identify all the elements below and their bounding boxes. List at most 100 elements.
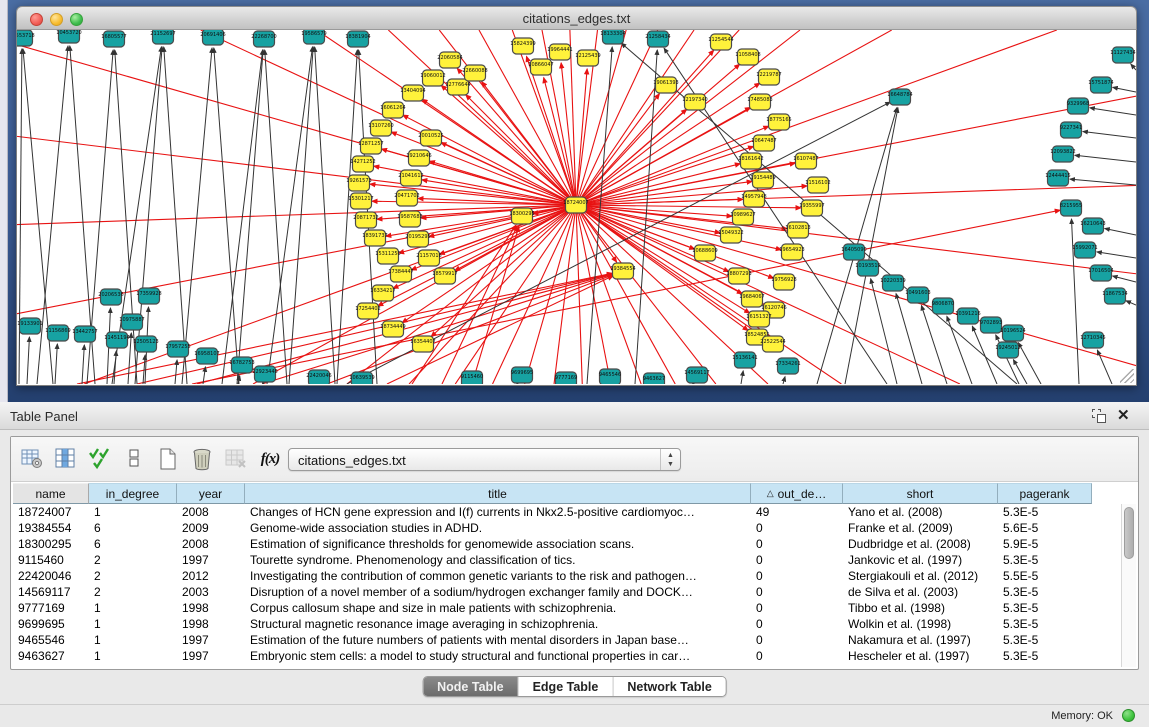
graph-node[interactable]: 18724007: [563, 197, 588, 213]
graph-node[interactable]: 19210646: [406, 150, 431, 166]
graph-node[interactable]: 9465546: [599, 369, 621, 384]
column-header-pagerank[interactable]: pagerank: [998, 483, 1092, 504]
graph-edge[interactable]: [783, 377, 785, 384]
graph-edge[interactable]: [1013, 360, 1027, 384]
graph-node[interactable]: 19154489: [750, 172, 775, 188]
graph-node[interactable]: 10391216: [955, 308, 980, 324]
graph-node[interactable]: 19654923: [779, 244, 804, 260]
float-panel-icon[interactable]: [1091, 408, 1109, 424]
graph-edge[interactable]: [214, 48, 239, 384]
graph-node[interactable]: 10220339: [880, 275, 905, 291]
graph-node[interactable]: 10647487: [751, 135, 776, 151]
graph-edge[interactable]: [135, 47, 162, 384]
table-row[interactable]: 946362711997Embryonic stem cells: a mode…: [13, 648, 1096, 664]
graph-edge[interactable]: [576, 205, 641, 384]
graph-edge[interactable]: [576, 205, 960, 384]
graph-node[interactable]: 12871257: [358, 138, 383, 154]
graph-node[interactable]: 22420046: [306, 370, 331, 384]
graph-node[interactable]: 19060012: [420, 70, 445, 86]
graph-node[interactable]: 16334217: [370, 285, 395, 301]
graph-node[interactable]: 20871732: [353, 212, 378, 228]
network-graph[interactable]: 18724007 22060584 190600121277664422660088…: [17, 30, 1136, 384]
graph-edge[interactable]: [409, 205, 576, 384]
table-row[interactable]: 1830029562008Estimation of significance …: [13, 536, 1096, 552]
graph-node[interactable]: 9227341: [1060, 122, 1082, 138]
graph-node[interactable]: 22522544: [760, 336, 785, 352]
graph-node[interactable]: 10989627: [730, 209, 755, 225]
graph-node[interactable]: 21157016: [416, 250, 441, 266]
graph-node[interactable]: 9777169: [555, 372, 577, 384]
column-header-indegree[interactable]: in_degree: [89, 483, 177, 504]
graph-node[interactable]: 10491603: [905, 287, 930, 303]
graph-edge[interactable]: [82, 345, 84, 384]
graph-node[interactable]: 19384554: [610, 263, 635, 279]
graph-node[interactable]: 11058408: [735, 49, 760, 65]
graph-node[interactable]: 19261573: [346, 175, 371, 191]
graph-node[interactable]: 19133901: [17, 318, 42, 334]
graph-node[interactable]: 13442757: [72, 326, 97, 342]
graph-node[interactable]: 20206536: [98, 289, 123, 305]
graph-node[interactable]: 11127434: [1110, 47, 1135, 63]
table-settings-icon[interactable]: [19, 446, 45, 472]
graph-node[interactable]: 21152697: [150, 30, 175, 44]
graph-node[interactable]: 17485083: [747, 94, 772, 110]
graph-edge[interactable]: [441, 143, 576, 205]
graph-node[interactable]: 10688609: [692, 245, 717, 261]
graph-edge[interactable]: [27, 337, 29, 384]
graph-node[interactable]: 18807293: [726, 268, 751, 284]
graph-edge[interactable]: [17, 136, 576, 205]
graph-node[interactable]: 15751874: [1088, 77, 1113, 93]
graph-edge[interactable]: [182, 48, 212, 384]
graph-node[interactable]: 21041612: [398, 170, 423, 186]
graph-node[interactable]: 10975887: [119, 314, 144, 330]
graph-node[interactable]: 11867534: [1102, 288, 1127, 304]
graph-node[interactable]: 18300295: [509, 208, 534, 224]
delete-table-icon[interactable]: [189, 446, 215, 472]
graph-node[interactable]: 17254402: [355, 303, 380, 319]
graph-node[interactable]: 12197340: [682, 94, 707, 110]
graph-node[interactable]: 19245012: [995, 342, 1020, 358]
graph-edge[interactable]: [1105, 228, 1136, 235]
graph-node[interactable]: 14569117: [684, 367, 709, 383]
graph-node[interactable]: 15311250: [375, 248, 400, 264]
graph-node[interactable]: 12710345: [1080, 332, 1105, 348]
graph-node[interactable]: 22060584: [437, 52, 462, 68]
graph-node[interactable]: 13107260: [368, 120, 393, 136]
graph-node[interactable]: 11516102: [805, 177, 830, 193]
resize-grip-icon[interactable]: [1120, 369, 1134, 383]
graph-node[interactable]: 14957948: [741, 191, 766, 207]
graph-edge[interactable]: [289, 47, 313, 384]
graph-node[interactable]: 20553718: [17, 30, 35, 46]
graph-edge[interactable]: [576, 205, 1136, 366]
table-row[interactable]: 946554611997Estimation of the future num…: [13, 632, 1096, 648]
graph-node[interactable]: 11254544: [708, 34, 733, 50]
graph-edge[interactable]: [265, 50, 287, 384]
graph-edge[interactable]: [972, 326, 997, 384]
graph-node[interactable]: 16405090: [841, 244, 866, 260]
table-row[interactable]: 1938455462009Genome-wide association stu…: [13, 520, 1096, 536]
graph-node[interactable]: 18775165: [766, 114, 791, 130]
column-header-title[interactable]: title: [245, 483, 751, 504]
graph-edge[interactable]: [55, 344, 57, 384]
graph-node[interactable]: 22660088: [462, 65, 487, 81]
graph-node[interactable]: 21258434: [645, 31, 670, 47]
graph-node[interactable]: 10196524: [1000, 325, 1025, 341]
table-row[interactable]: 1456911722003Disruption of a novel membe…: [13, 584, 1096, 600]
graph-node[interactable]: 16648784: [887, 89, 912, 105]
tab-network-table[interactable]: Network Table: [613, 677, 726, 696]
graph-node[interactable]: 17334261: [775, 358, 800, 374]
column-header-outde[interactable]: △out_de…: [751, 483, 843, 504]
graph-node[interactable]: 17384447: [388, 266, 413, 282]
graph-node[interactable]: 9115460: [461, 371, 483, 384]
graph-node[interactable]: 19355997: [799, 200, 824, 216]
graph-node[interactable]: 12125439: [575, 50, 600, 66]
graph-node[interactable]: 15992071: [1072, 242, 1097, 258]
graph-node[interactable]: 20471702: [394, 190, 419, 206]
graph-node[interactable]: 9702893: [980, 317, 1002, 333]
graph-edge[interactable]: [896, 294, 922, 384]
graph-node[interactable]: 19586579: [301, 30, 326, 44]
graph-node[interactable]: 18391737: [362, 230, 387, 246]
column-header-name[interactable]: name: [13, 483, 89, 504]
graph-node[interactable]: 12776644: [445, 79, 470, 95]
graph-node[interactable]: 20691406: [200, 30, 225, 45]
